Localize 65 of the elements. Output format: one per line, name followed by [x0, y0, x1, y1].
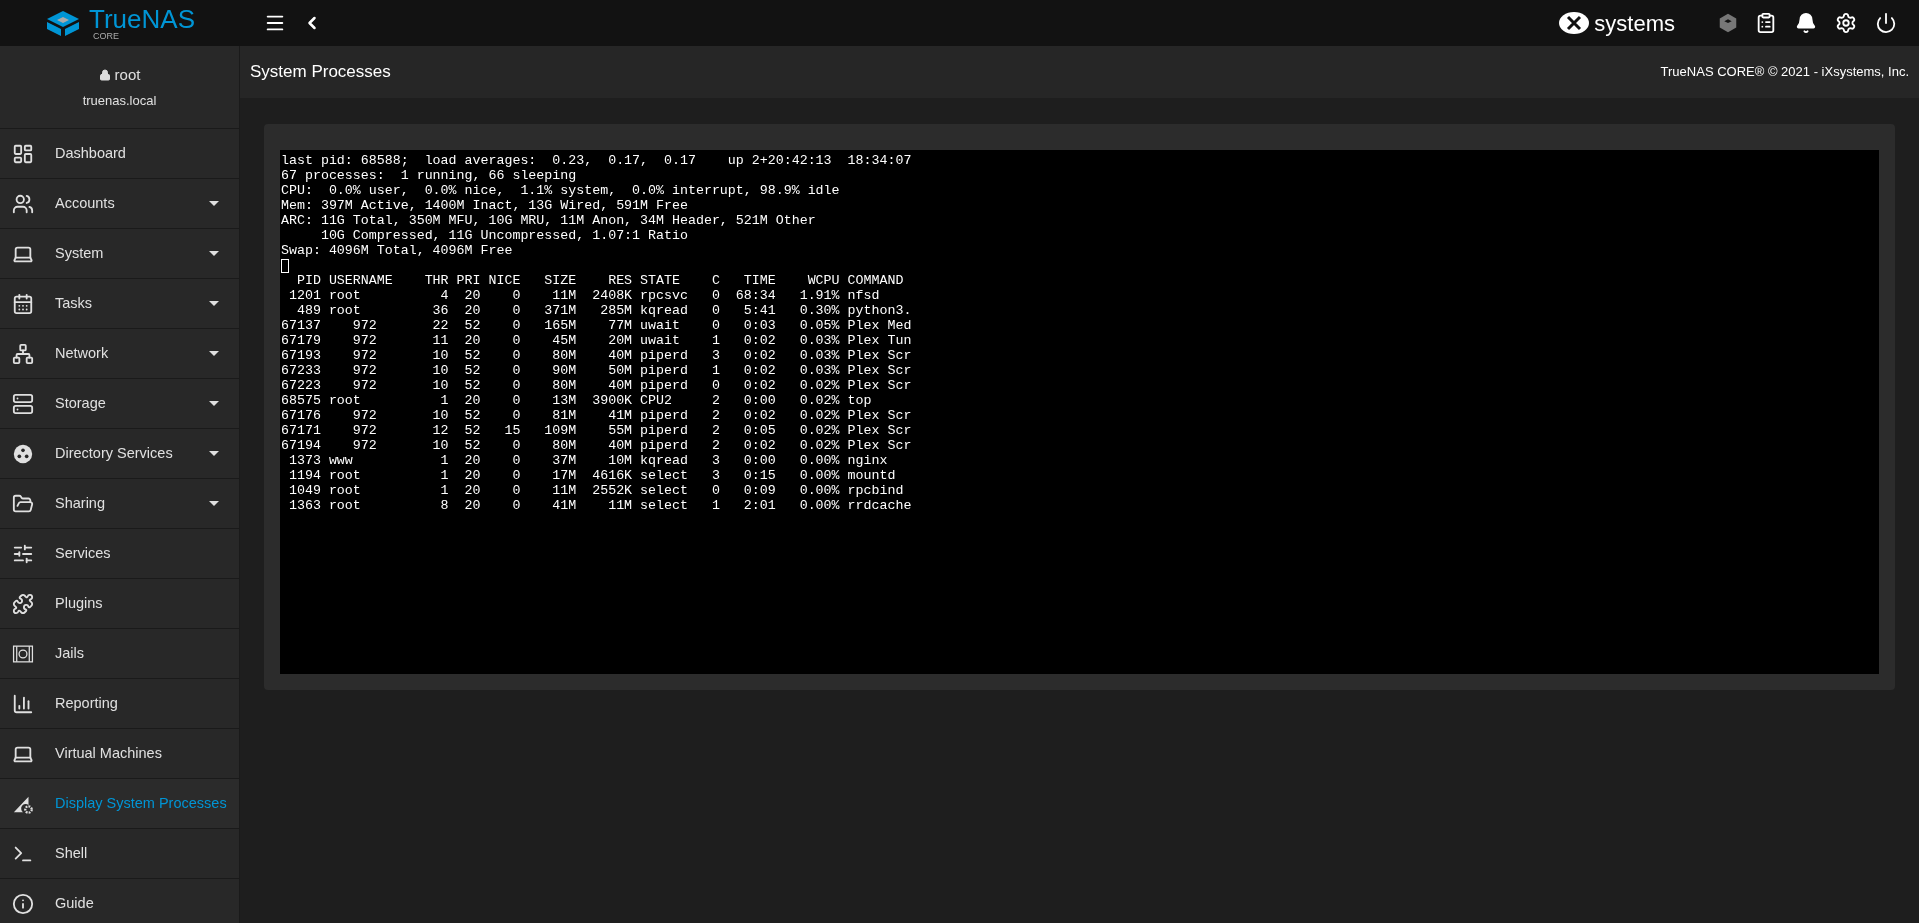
username: root: [114, 65, 141, 85]
process-row-text: 1373 www 1 20 0 37M 10M kqread 3 0:00 0.00% nginx: [287, 453, 888, 468]
sidebar-item[interactable]: Reporting: [0, 679, 239, 729]
process-row-text: 1194 root 1 20 0 17M 4616K select 3 0:15 0.00% mountd: [287, 468, 896, 483]
sidebar-item[interactable]: Jails: [0, 629, 239, 679]
process-row: 67171 972 12 52 15 109M 55M piperd 2 0:05 0.02% Plex Scr: [281, 423, 912, 438]
cursor-icon: [281, 258, 289, 273]
clipboard-icon[interactable]: [1755, 12, 1777, 34]
hostname: truenas.local: [82, 91, 157, 110]
dashboard-icon: [12, 142, 34, 165]
logo-icon: [45, 9, 81, 37]
terminal-line: 67 processes: 1 running, 66 sleeping: [281, 168, 577, 183]
calendar-icon: [12, 292, 34, 315]
info-icon: [12, 892, 34, 915]
sliders-icon: [12, 542, 34, 565]
sidebar-item[interactable]: Shell: [0, 829, 239, 879]
cube-icon[interactable]: [1717, 12, 1739, 34]
terminal-line: Mem: 397M Active, 1400M Inact, 13G Wired, 591M Free: [281, 198, 688, 213]
process-row: 67137 972 22 52 0 165M 77M uwait 0 0:03 0.05% Plex Med: [281, 318, 912, 333]
process-row: 67233 972 10 52 0 90M 50M piperd 1 0:02 0.03% Plex Scr: [281, 363, 912, 378]
server-icon: [12, 392, 34, 415]
cage-icon: [12, 642, 34, 665]
vendor-name: systems: [1594, 9, 1675, 38]
sidebar-item[interactable]: Tasks: [0, 279, 239, 329]
process-row-text: 1363 root 8 20 0 41M 11M select 1 2:01 0.00% rrdcache: [287, 498, 912, 513]
process-row-text: 1049 root 1 20 0 11M 2552K select 0 0:09 0.00% rpcbind: [287, 483, 904, 498]
folder-icon: [12, 492, 34, 515]
process-row: 67176 972 10 52 0 81M 41M piperd 2 0:02 0.02% Plex Scr: [281, 408, 912, 423]
vendor-logo-icon: [1558, 11, 1591, 35]
page-title: System Processes: [250, 61, 391, 84]
sidebar-item[interactable]: Sharing: [0, 479, 239, 529]
process-row: 67223 972 10 52 0 80M 40M piperd 0 0:02 0.02% Plex Scr: [281, 378, 912, 393]
people-icon: [12, 192, 34, 215]
brand-name: TrueNAS: [89, 5, 195, 32]
settings-icon[interactable]: [1835, 12, 1857, 34]
terminal-line: last pid: 68588; load averages: 0.23, 0.17, 0.17 up 2+20:42:13 18:34:07: [281, 153, 912, 168]
process-row-text: 1201 root 4 20 0 11M 2408K rpcsvc 0 68:34 1.91% nfsd: [287, 288, 880, 303]
puzzle-icon: [12, 592, 34, 615]
dots-circle-icon: [12, 442, 34, 465]
process-row: 67194 972 10 52 0 80M 40M piperd 2 0:02 0.02% Plex Scr: [281, 438, 912, 453]
process-row: 68575 root 1 20 0 13M 3900K CPU2 2 0:00 0.02% top: [281, 393, 872, 408]
sidebar-item[interactable]: Directory Services: [0, 429, 239, 479]
sidebar-item[interactable]: Storage: [0, 379, 239, 429]
sidebar-item[interactable]: Guide: [0, 879, 239, 923]
terminal-line: 10G Compressed, 11G Uncompressed, 1.07:1 Ratio: [319, 228, 688, 243]
sidebar-item[interactable]: Network: [0, 329, 239, 379]
terminal-line: Swap: 4096M Total, 4096M Free: [281, 243, 513, 258]
sidebar-item[interactable]: Accounts: [0, 179, 239, 229]
terminal-line: CPU: 0.0% user, 0.0% nice, 1.1% system, 0.0% interrupt, 98.9% idle: [281, 183, 840, 198]
process-row: 67179 972 11 20 0 45M 20M uwait 1 0:02 0.03% Plex Tun: [281, 333, 912, 348]
sidebar-item[interactable]: Dashboard: [0, 129, 239, 179]
bar-chart-icon: [12, 692, 34, 715]
copyright-text: TrueNAS CORE® © 2021 - iXsystems, Inc.: [1660, 63, 1909, 82]
lock-icon: [98, 69, 111, 82]
terminal-line: ARC: 11G Total, 350M MFU, 10G MRU, 11M Anon, 34M Header, 521M Other: [281, 213, 816, 228]
network-icon: [12, 342, 34, 365]
power-icon[interactable]: [1875, 12, 1897, 34]
sidebar-item[interactable]: Services: [0, 529, 239, 579]
process-row-text: 489 root 36 20 0 371M 285M kqread 0 5:41 0.30% python3.: [295, 303, 912, 318]
bell-icon[interactable]: [1795, 12, 1817, 34]
process-header: PID USERNAME THR PRI NICE SIZE RES STATE C TIME WCPU COMMAND: [295, 273, 904, 288]
process-row: 67193 972 10 52 0 80M 40M piperd 3 0:02 0.03% Plex Scr: [281, 348, 912, 363]
sidebar-item[interactable]: System: [0, 229, 239, 279]
sidebar-item[interactable]: Plugins: [0, 579, 239, 629]
brand-subtitle: CORE: [93, 31, 121, 41]
